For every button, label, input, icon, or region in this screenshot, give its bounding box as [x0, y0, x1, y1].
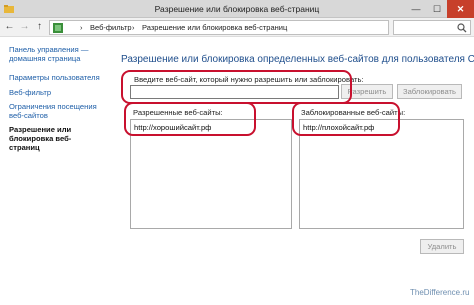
site-input[interactable]	[130, 85, 339, 99]
breadcrumb-web-filter[interactable]: Веб-фильтр	[90, 23, 132, 32]
watermark: TheDifference.ru	[410, 288, 470, 297]
list-item[interactable]: http://хорошийсайт.рф	[134, 123, 211, 132]
sidebar-item-web-filter[interactable]: Веб-фильтр	[9, 88, 101, 97]
breadcrumb-separator: ›	[80, 23, 83, 32]
allow-button[interactable]: Разрешить	[341, 84, 393, 99]
search-icon[interactable]	[457, 23, 467, 33]
site-input-label: Введите веб-сайт, который нужно разрешит…	[134, 75, 364, 84]
sidebar-item-site-restrictions[interactable]: Ограничения посещения веб-сайтов	[9, 102, 101, 120]
forward-arrow-icon[interactable]: →	[18, 20, 31, 34]
delete-button[interactable]: Удалить	[420, 239, 464, 254]
minimize-button[interactable]: —	[406, 0, 426, 18]
page-title: Разрешение или блокировка определенных в…	[121, 54, 474, 65]
sidebar-item-user-settings[interactable]: Параметры пользователя	[9, 73, 101, 82]
window-title: Разрешение или блокировка веб-страниц	[154, 4, 320, 14]
title-bar: Разрешение или блокировка веб-страниц — …	[0, 0, 474, 18]
block-button[interactable]: Заблокировать	[397, 84, 462, 99]
maximize-button[interactable]: ☐	[427, 0, 447, 18]
up-arrow-icon[interactable]: ↑	[33, 20, 46, 34]
close-button[interactable]: ✕	[447, 0, 474, 18]
sidebar: Панель управления — домашняя страница Па…	[0, 38, 104, 305]
breadcrumb-separator: ›	[132, 23, 135, 32]
back-arrow-icon[interactable]: ←	[3, 20, 16, 34]
allowed-sites-list[interactable]: http://хорошийсайт.рф	[130, 119, 292, 229]
address-bar[interactable]: › Веб-фильтр › Разрешение или блокировка…	[49, 20, 432, 35]
blocked-sites-list[interactable]: http://плохойсайт.рф	[299, 119, 464, 229]
allowed-sites-label: Разрешенные веб-сайты:	[133, 108, 223, 117]
sidebar-item-control-panel-home[interactable]: Панель управления — домашняя страница	[9, 45, 101, 63]
blocked-sites-label: Заблокированные веб-сайты:	[301, 108, 406, 117]
list-item[interactable]: http://плохойсайт.рф	[303, 123, 374, 132]
search-input[interactable]	[396, 22, 456, 33]
address-icon	[53, 23, 63, 33]
search-box[interactable]	[393, 20, 471, 35]
breadcrumb-current-page[interactable]: Разрешение или блокировка веб-страниц	[142, 23, 287, 32]
sidebar-item-allow-block-pages: Разрешение или блокировка веб-страниц	[9, 125, 72, 152]
address-row: ← → ↑ › Веб-фильтр › Разрешение или блок…	[0, 18, 474, 37]
